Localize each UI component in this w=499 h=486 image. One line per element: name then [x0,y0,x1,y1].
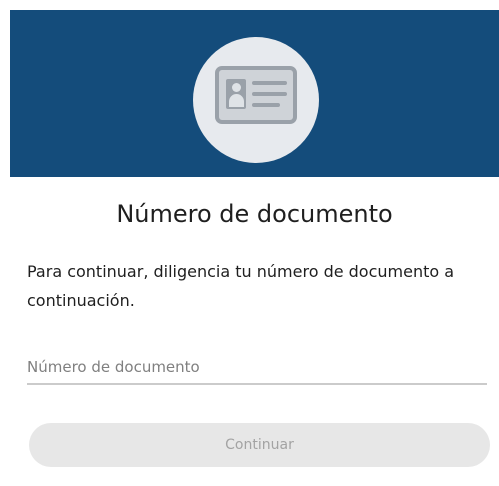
id-line [252,92,287,96]
id-card-icon [215,66,297,124]
header-banner [10,10,499,177]
page-title: Número de documento [116,200,393,228]
id-photo-body [229,94,244,107]
instructions-text: Para continuar, diligencia tu número de … [27,262,455,310]
id-line [252,81,287,85]
continue-button[interactable]: Continuar [29,423,490,467]
id-photo [226,79,246,109]
document-number-input[interactable] [27,355,487,385]
id-photo-head [232,83,241,92]
id-line [252,103,280,107]
avatar-circle [193,37,319,163]
